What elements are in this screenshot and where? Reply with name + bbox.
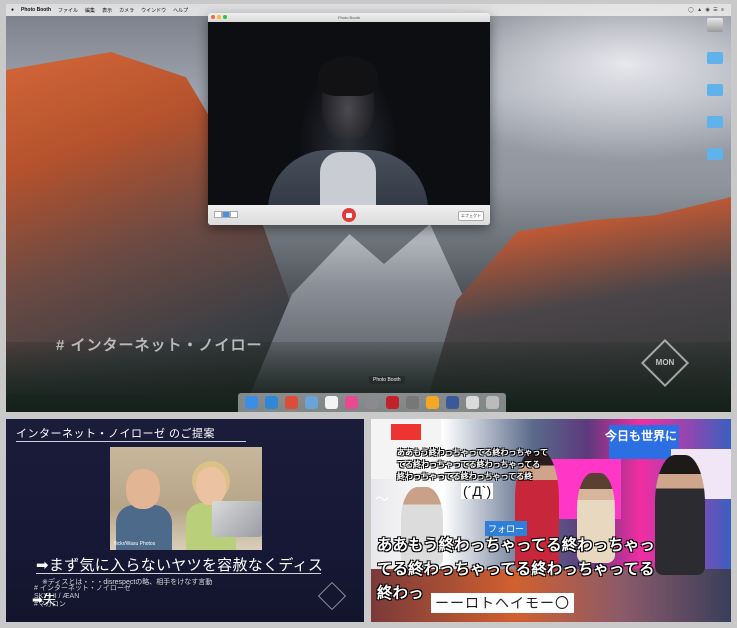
slide-title: インターネット・ノイローゼ のご提案	[16, 428, 216, 440]
hard-drive-icon[interactable]	[707, 18, 723, 32]
band-member-right	[655, 455, 705, 575]
quicktime-icon[interactable]	[445, 396, 459, 409]
girl-face	[196, 467, 226, 505]
photo-booth-icon[interactable]	[385, 396, 399, 409]
bottom-caption: ーーロトヘイモー〇	[431, 593, 574, 613]
kaomoji-text: (´Д`)	[461, 483, 494, 499]
boy-face	[126, 469, 160, 509]
status-icons[interactable]: ◯ ▲ ◉ ☰ ≡	[688, 7, 725, 13]
folder-icon[interactable]	[707, 116, 723, 128]
menu-camera[interactable]: カメラ	[119, 7, 134, 14]
menu-window[interactable]: ウインドウ	[141, 7, 166, 14]
lyric-big-line-2: てる終わっちゃってる終わっちゃってる	[377, 561, 655, 578]
textedit-icon[interactable]	[325, 396, 339, 409]
preview-icon[interactable]	[304, 396, 318, 409]
folder-icon[interactable]	[707, 148, 723, 160]
photo-credit: flickr/Wasu Photos	[114, 541, 156, 547]
tilde-text: 〜	[375, 491, 389, 507]
menu-view[interactable]: 表示	[102, 7, 112, 14]
overlay-arrow-text: ➡失	[32, 592, 56, 607]
screenshot-icon[interactable]	[466, 396, 480, 409]
trash-icon[interactable]	[486, 396, 500, 409]
band-member-left	[401, 487, 443, 567]
photo-booth-window: Photo Booth エフェクト	[208, 13, 490, 225]
menu-app-name[interactable]: Photo Booth	[21, 7, 51, 13]
mode-video-button[interactable]	[230, 211, 238, 218]
lyric-small-line-3: 終わっちゃってる終わっちゃってる終	[397, 472, 533, 481]
mode-four-up-button[interactable]	[214, 211, 222, 218]
finder-icon[interactable]	[244, 396, 258, 409]
presentation-slide: インターネット・ノイローゼ のご提案 flickr/Wasu Photos ➡ま…	[6, 419, 364, 622]
chrome-icon[interactable]	[284, 396, 298, 409]
camera-preview	[208, 22, 490, 205]
lyric-small-line-2: てる終わっちゃってる終わっちゃってる	[397, 460, 541, 469]
menu-file[interactable]: ファイル	[58, 7, 78, 14]
person-shirt	[320, 152, 376, 205]
downloads-icon[interactable]	[405, 396, 419, 409]
slide-main-text: ➡まず気に入らないヤツを容赦なくディス	[36, 557, 324, 574]
safari-icon[interactable]	[264, 396, 278, 409]
slide-logo-icon	[317, 581, 347, 611]
laptop-image	[212, 501, 262, 537]
main-text-underline	[36, 573, 321, 574]
mon-logo-text: MON	[655, 358, 675, 367]
close-button[interactable]	[211, 15, 215, 19]
apple-icon[interactable]: ●	[11, 7, 14, 13]
photos-icon[interactable]	[425, 396, 439, 409]
person-hair	[318, 56, 378, 96]
lyric-big-line-1: ああもう終わっちゃってる終わっちゃっ	[377, 537, 655, 554]
photo-booth-toolbar: エフェクト	[208, 205, 490, 225]
hashtag-watermark: # インターネット・ノイロー	[56, 337, 263, 354]
collage-red-block	[391, 424, 421, 440]
menu-help[interactable]: ヘルプ	[173, 7, 188, 14]
folder-icon[interactable]	[707, 52, 723, 64]
kids-photo: flickr/Wasu Photos	[110, 447, 262, 550]
folder-icon[interactable]	[707, 84, 723, 96]
zoom-button[interactable]	[223, 15, 227, 19]
window-title: Photo Booth	[337, 15, 361, 20]
dock-tooltip: Photo Booth	[369, 376, 405, 384]
capture-mode-selector	[214, 211, 238, 218]
minimize-button[interactable]	[217, 15, 221, 19]
menu-edit[interactable]: 編集	[85, 7, 95, 14]
desktop-screenshot: ● Photo Booth ファイル 編集 表示 カメラ ウインドウ ヘルプ ◯…	[6, 4, 731, 412]
title-rule	[16, 441, 246, 442]
music-video-frame: 今日も世界に ああもう終わっちゃってる終わっちゃって てる終わっちゃってる終わっ…	[371, 419, 731, 622]
mode-still-button[interactable]	[222, 211, 230, 218]
system-preferences-icon[interactable]	[365, 396, 379, 409]
lyric-big-line-3: 終わっ	[377, 585, 424, 602]
lyric-small-line-1: ああもう終わっちゃってる終わっちゃって	[397, 448, 548, 457]
shutter-button[interactable]	[342, 208, 356, 222]
dock	[238, 393, 506, 412]
banner-text: 今日も世界に	[605, 429, 678, 443]
itunes-icon[interactable]	[345, 396, 359, 409]
window-titlebar[interactable]: Photo Booth	[208, 13, 490, 22]
effects-button[interactable]: エフェクト	[458, 211, 484, 221]
